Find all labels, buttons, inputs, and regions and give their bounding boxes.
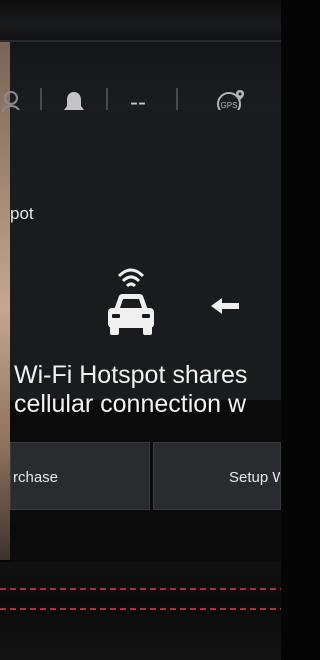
purchase-button-label: rchase: [13, 469, 59, 486]
red-stitching: [0, 588, 281, 590]
wifi-car-icon: [108, 268, 154, 335]
photo-frame: -- GPS pot Wi-Fi Hotspot shares cellular…: [0, 0, 281, 660]
infotainment-screen: -- GPS pot Wi-Fi Hotspot shares cellular…: [2, 42, 281, 562]
back-arrow-icon: [211, 298, 239, 314]
screen-title: pot: [10, 204, 34, 223]
background-photo-edge: [0, 0, 10, 560]
dashboard-trim: [0, 562, 281, 660]
hotspot-panel: pot Wi-Fi Hotspot shares: [10, 110, 281, 400]
red-stitching: [0, 608, 281, 610]
button-row: rchase Setup W: [10, 442, 281, 510]
message-line-1: Wi-Fi Hotspot shares: [14, 361, 248, 389]
gps-label: GPS: [221, 101, 238, 110]
display-bezel-top: [0, 0, 281, 42]
setup-wifi-button[interactable]: Setup W: [153, 442, 281, 510]
purchase-button[interactable]: rchase: [10, 442, 150, 510]
status-bar: -- GPS: [2, 42, 281, 118]
setup-button-label: Setup W: [229, 469, 281, 486]
message-line-2: cellular connection w: [14, 390, 247, 418]
